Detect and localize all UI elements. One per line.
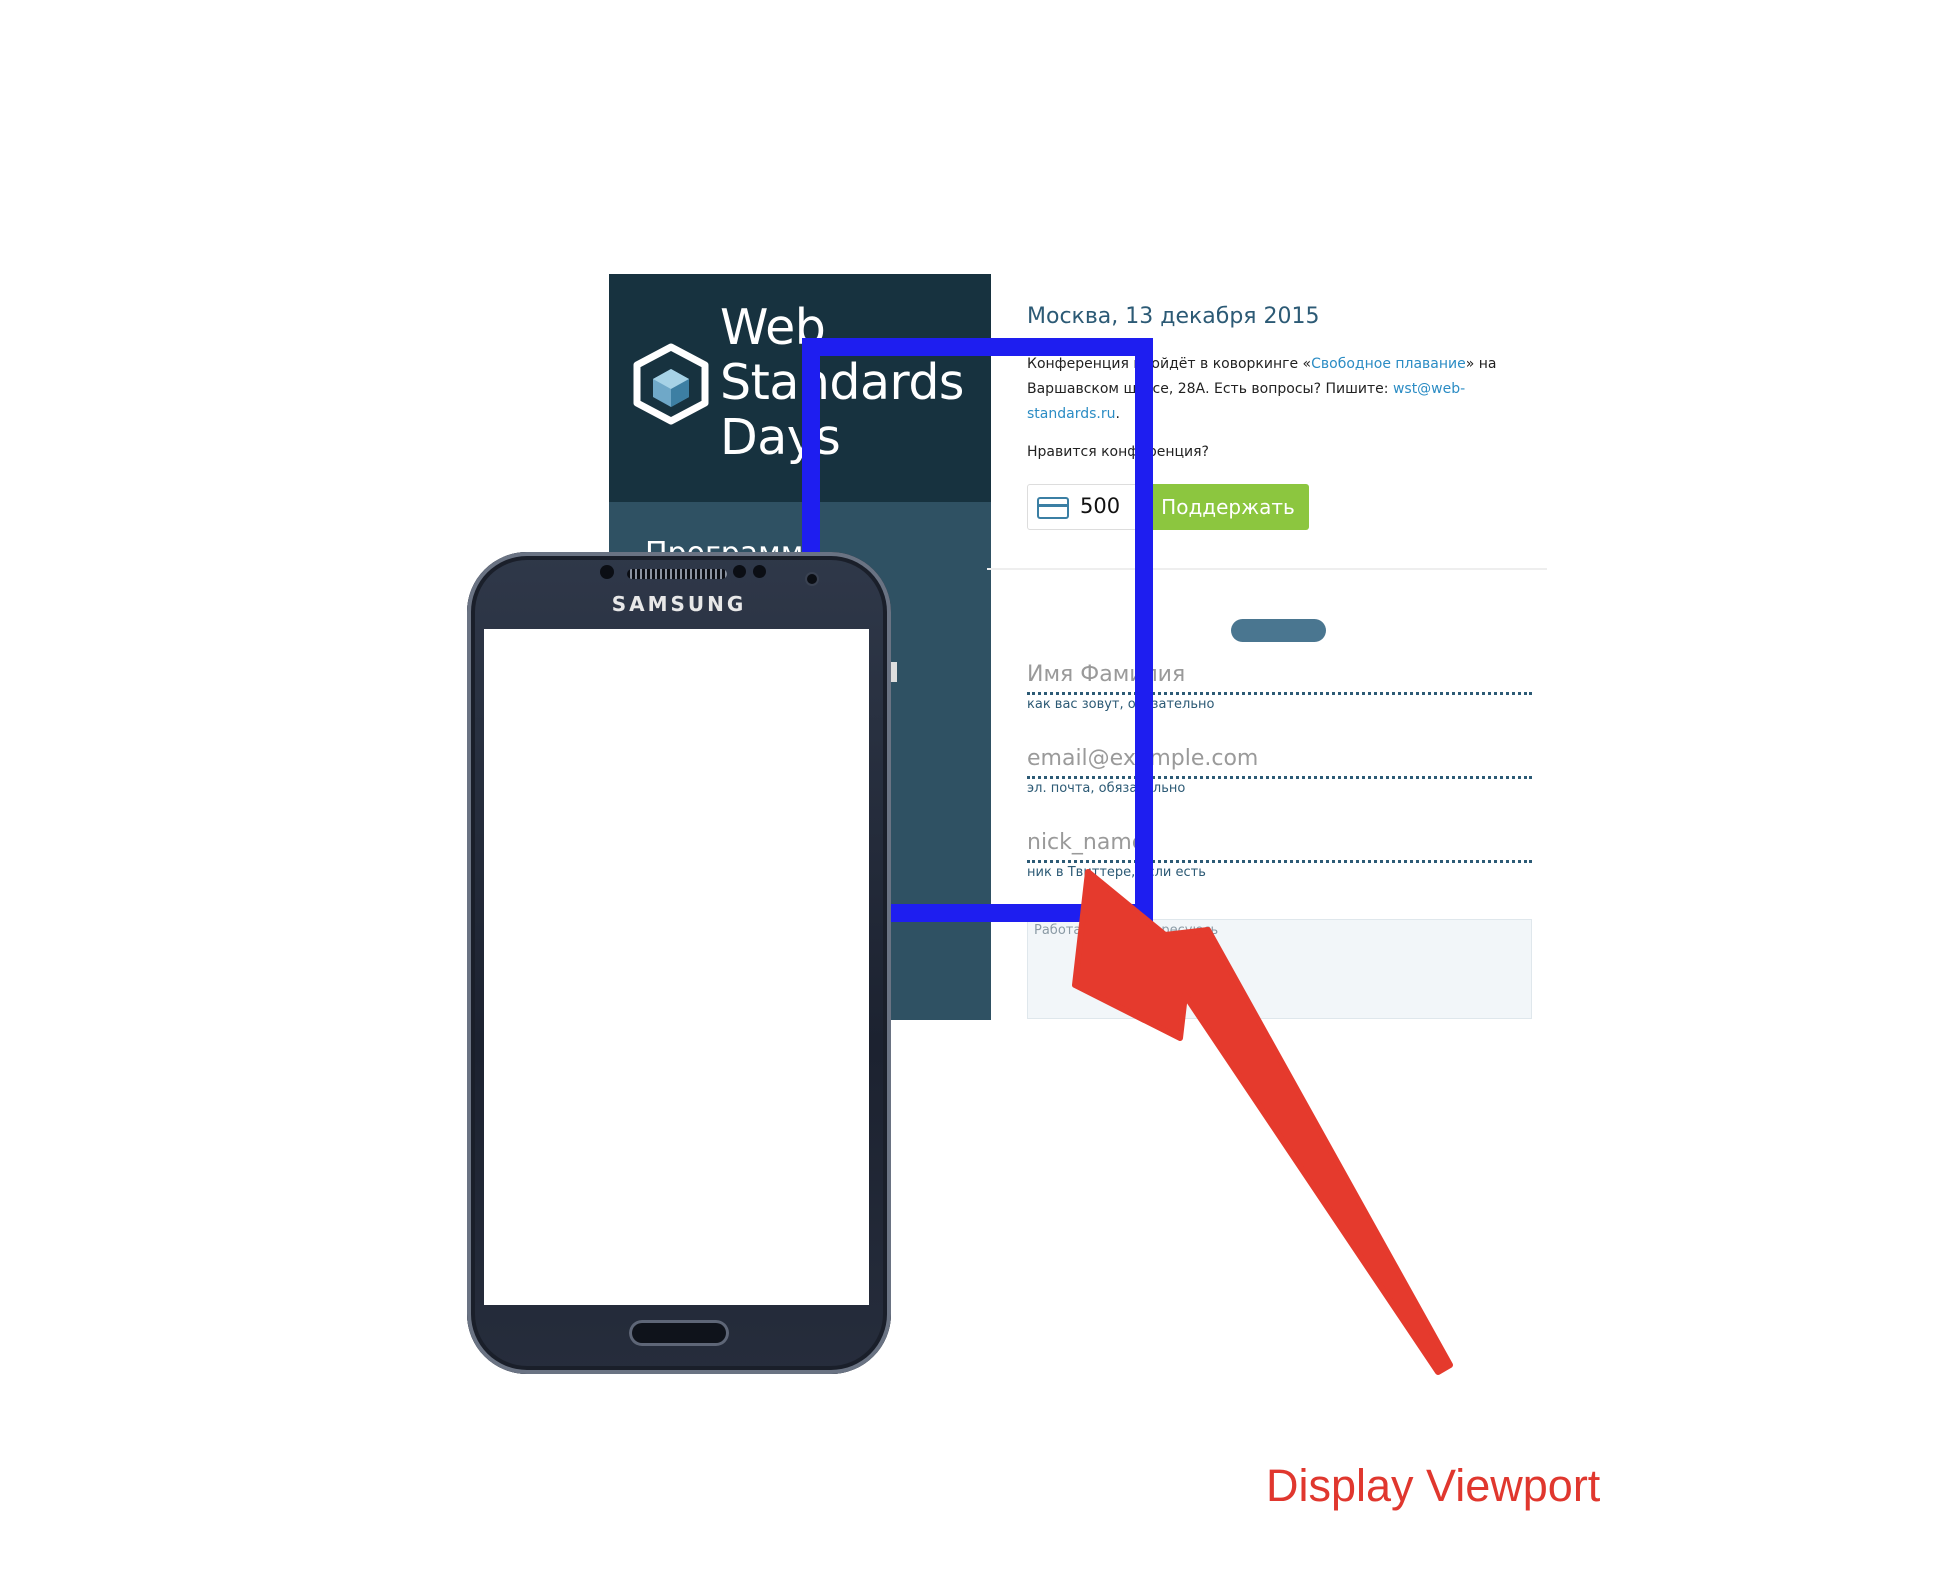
arrow-shaft-and-head (1072, 869, 1453, 1375)
pointer-arrow (1072, 869, 1453, 1375)
display-viewport-label: Display Viewport (1266, 1460, 1601, 1511)
